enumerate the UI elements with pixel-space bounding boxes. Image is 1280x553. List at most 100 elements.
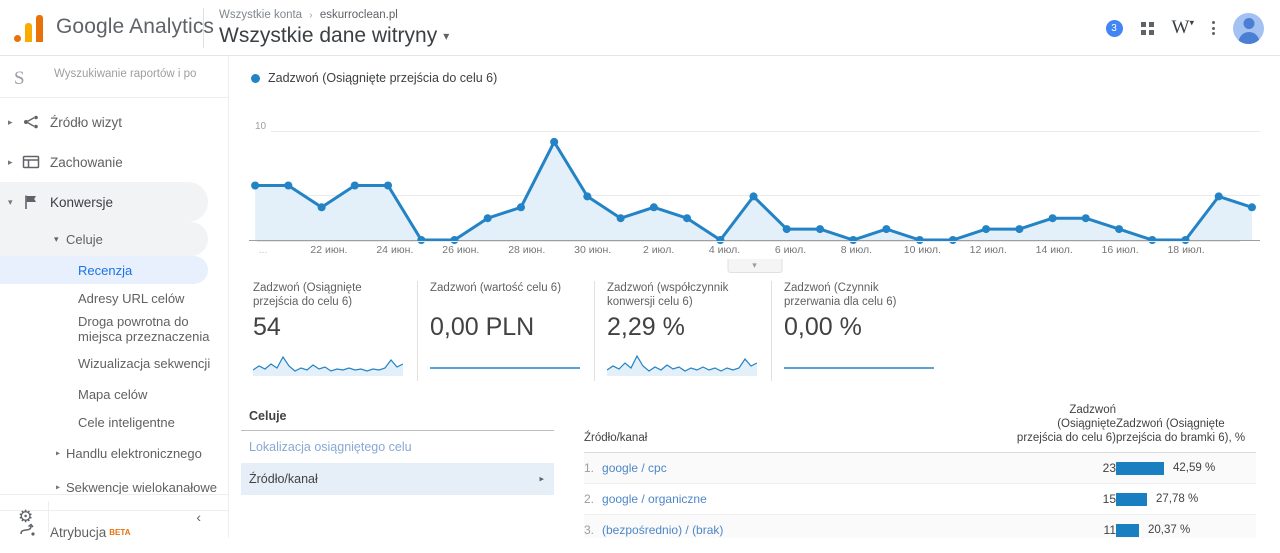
percent-bar xyxy=(1116,523,1139,537)
source-medium-link[interactable]: google / organiczne xyxy=(602,492,707,506)
metric-card-value[interactable]: Zadzwoń (wartość celu 6) 0,00 PLN xyxy=(417,281,594,381)
row-index: 2. xyxy=(584,492,595,506)
search-input[interactable]: Wyszukiwanie raportów i po xyxy=(54,68,196,80)
sidebar-group-label: Sekwencje wielokanałowe xyxy=(66,479,218,495)
sidebar-item-reverse-goal-path[interactable]: Droga powrotna do miejsca przeznaczenia xyxy=(0,312,228,346)
sidebar-item-goal-flow[interactable]: Mapa celów xyxy=(0,380,228,408)
column-header-percent[interactable]: Zadzwoń (Osiągnięte przejścia do bramki … xyxy=(1116,403,1256,453)
metric-title: Zadzwoń (Osiągnięte przejścia do celu 6) xyxy=(253,282,362,308)
expand-arrow-icon: ▸ xyxy=(8,116,13,127)
view-selector[interactable]: Wszystkie dane witryny ▾ xyxy=(219,24,449,48)
column-header-completions[interactable]: Zadzwoń (Osiągnięte przejścia do celu 6) xyxy=(1012,403,1116,453)
goals-panel: Celuje Lokalizacja osiągniętego celu Źró… xyxy=(241,403,554,538)
row-completions: 15 xyxy=(1012,483,1116,515)
row-index-and-source: 3. (bezpośrednio) / (brak) xyxy=(584,514,1012,538)
report-search[interactable]: S Wyszukiwanie raportów i po xyxy=(0,56,228,98)
row-index-and-source: 1. google / cpc xyxy=(584,452,1012,484)
x-axis-tick: 30 июн. xyxy=(574,244,612,256)
user-avatar[interactable] xyxy=(1233,12,1264,44)
sidebar-item-conversions[interactable]: ▾ Konwersje xyxy=(0,182,208,222)
percent-bar-group: 27,78 % xyxy=(1116,492,1256,506)
sidebar-item-funnel-visualization[interactable]: Wizualizacja sekwencji xyxy=(0,346,228,380)
row-percent-cell: 27,78 % xyxy=(1116,483,1256,515)
x-axis-tick: 4 июл. xyxy=(708,244,741,256)
x-axis-tick: 10 июл. xyxy=(903,244,941,256)
chevron-right-icon: ▸ xyxy=(539,473,544,484)
expand-arrow-icon: ▸ xyxy=(8,156,13,167)
sidebar-item-label: Mapa celów xyxy=(78,386,148,402)
workspace-initial-icon[interactable]: W▾ xyxy=(1172,17,1194,39)
x-axis-tick: 12 июл. xyxy=(969,244,1007,256)
percent-bar xyxy=(1116,492,1147,506)
chart-legend[interactable]: Zadzwoń (Osiągnięte przejścia do celu 6) xyxy=(241,66,1260,85)
table-row[interactable]: 3. (bezpośrednio) / (brak) 11 20,37 % xyxy=(584,514,1256,538)
gear-icon[interactable]: ⚙ xyxy=(18,507,33,527)
row-completions: 11 xyxy=(1012,514,1116,538)
sidebar-group-ecommerce[interactable]: ▸ Handlu elektronicznego xyxy=(0,436,228,470)
sidebar-item-smart-goals[interactable]: Cele inteligentne xyxy=(0,408,228,436)
row-percent-cell: 42,59 % xyxy=(1116,452,1256,484)
percent-bar xyxy=(1116,461,1164,475)
collapse-sidebar-icon[interactable]: ‹ xyxy=(196,509,201,525)
sidebar-footer: ⚙ ‹ xyxy=(0,494,229,538)
sidebar-item-label: Wizualizacja sekwencji xyxy=(78,355,211,371)
notifications-badge[interactable]: 3 xyxy=(1105,19,1123,37)
product-name: Google Analytics xyxy=(56,15,215,38)
x-axis-tick: 28 июн. xyxy=(508,244,546,256)
sidebar-item-recenzja[interactable]: Recenzja xyxy=(0,256,208,284)
metric-value: 0,00 PLN xyxy=(430,313,535,341)
legend-color-dot xyxy=(251,73,260,83)
flag-icon xyxy=(22,193,40,211)
x-axis-tick: 16 июл. xyxy=(1101,244,1139,256)
main-content: Zadzwoń (Osiągnięte przejścia do celu 6)… xyxy=(229,56,1280,538)
metric-value: 2,29 % xyxy=(607,313,685,341)
table-row[interactable]: 2. google / organiczne 15 27,78 % xyxy=(584,483,1256,515)
sidebar-item-traffic-source[interactable]: ▸ Źródło wizyt xyxy=(0,102,228,142)
column-header-dimension[interactable]: Źródło/kanał xyxy=(584,403,1012,453)
sparkline-chart xyxy=(784,367,934,369)
app-header: Google Analytics Wszystkie konta › eskur… xyxy=(0,0,1280,56)
chevron-down-icon[interactable]: ▾ xyxy=(443,29,449,43)
sidebar-item-label: Recenzja xyxy=(78,262,133,278)
percent-label: 20,37 % xyxy=(1148,524,1191,536)
table-body: 1. google / cpc 23 42,59 % 2. google / organi… xyxy=(584,452,1256,538)
google-analytics-logo-icon xyxy=(14,14,48,42)
metric-card-conversion-rate[interactable]: Zadzwoń (współczynnik konwersji celu 6) … xyxy=(594,281,771,381)
behavior-icon xyxy=(22,153,40,171)
chart-collapse-handle[interactable]: ▾ xyxy=(727,259,782,273)
collapse-arrow-icon: ▾ xyxy=(8,196,13,207)
expand-arrow-icon: ▸ xyxy=(56,448,61,458)
x-axis-tick: ... xyxy=(258,244,268,256)
sidebar-group-label: Celuje xyxy=(66,231,103,247)
expand-arrow-icon: ▸ xyxy=(56,482,61,492)
sidebar-item-label: Cele inteligentne xyxy=(78,414,175,430)
breadcrumb-property[interactable]: eskurroclean.pl xyxy=(320,9,398,21)
table-row[interactable]: 1. google / cpc 23 42,59 % xyxy=(584,452,1256,484)
sidebar-group-goals[interactable]: ▾ Celuje xyxy=(0,222,208,256)
breadcrumb-account[interactable]: Wszystkie konta xyxy=(219,9,302,21)
lower-section: Celuje Lokalizacja osiągniętego celu Źró… xyxy=(229,403,1280,538)
source-medium-link[interactable]: (bezpośrednio) / (brak) xyxy=(602,523,723,537)
source-medium-link[interactable]: google / cpc xyxy=(602,461,667,475)
header-actions: 3 W▾ xyxy=(1105,0,1270,56)
metric-title: Zadzwoń (współczynnik konwersji celu 6) xyxy=(607,282,729,308)
traffic-source-icon xyxy=(22,113,40,131)
apps-grid-icon[interactable] xyxy=(1140,21,1154,35)
x-axis-tick: 18 июл. xyxy=(1167,244,1205,256)
sparkline-chart xyxy=(252,355,404,376)
sidebar-item-goal-urls[interactable]: Adresy URL celów xyxy=(0,284,228,312)
timeline-chart: Zadzwoń (Osiągnięte przejścia do celu 6)… xyxy=(241,66,1260,273)
goals-panel-title: Celuje xyxy=(241,403,554,431)
sidebar-item-label: Zachowanie xyxy=(50,154,123,170)
view-title-label: Wszystkie dane witryny xyxy=(219,24,438,47)
x-axis-tick: 26 июн. xyxy=(442,244,480,256)
metric-card-abandonment-rate[interactable]: Zadzwoń (Czynnik przerwania dla celu 6) … xyxy=(771,281,948,381)
sidebar-item-behavior[interactable]: ▸ Zachowanie xyxy=(0,142,228,182)
goal-option-source-medium[interactable]: Źródło/kanał ▸ xyxy=(241,463,554,495)
header-divider xyxy=(203,8,204,48)
goal-option-location[interactable]: Lokalizacja osiągniętego celu xyxy=(241,431,554,463)
metric-card-completions[interactable]: Zadzwoń (Osiągnięte przejścia do celu 6)… xyxy=(241,281,417,381)
more-options-icon[interactable] xyxy=(1212,21,1215,35)
breadcrumb[interactable]: Wszystkie konta › eskurroclean.pl xyxy=(219,9,398,21)
x-axis-tick: 8 июл. xyxy=(840,244,873,256)
